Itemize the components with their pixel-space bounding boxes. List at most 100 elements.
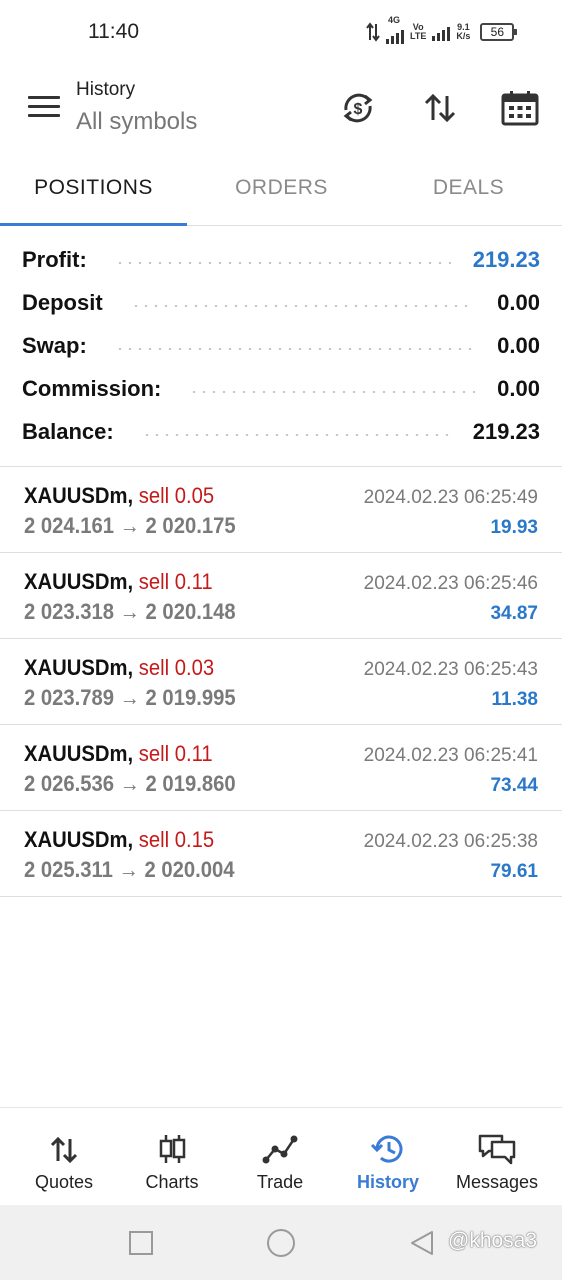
position-prices: 2 023.318 → 2 020.148 xyxy=(24,599,236,625)
position-side: sell 0.03 xyxy=(138,655,215,680)
dotted-leader xyxy=(141,433,451,436)
position-symbol-line: XAUUSDm, sell 0.03 xyxy=(24,655,214,681)
sort-icon[interactable] xyxy=(420,88,460,128)
position-row[interactable]: XAUUSDm, sell 0.05 2 024.161 → 2 020.175… xyxy=(0,467,562,553)
position-symbol-line: XAUUSDm, sell 0.11 xyxy=(24,741,213,767)
summary-label: Profit: xyxy=(22,246,87,272)
positions-list: XAUUSDm, sell 0.05 2 024.161 → 2 020.175… xyxy=(0,466,562,897)
volte-bottom-label: LTE xyxy=(410,31,427,41)
nav-charts[interactable]: Charts xyxy=(118,1108,226,1206)
close-price: 2 019.995 xyxy=(145,685,236,710)
close-price: 2 020.148 xyxy=(145,599,236,624)
position-symbol-line: XAUUSDm, sell 0.15 xyxy=(24,827,214,853)
summary-row-balance: Balance: 219.23 xyxy=(0,410,562,453)
position-symbol-line: XAUUSDm, sell 0.05 xyxy=(24,483,214,509)
recent-apps-button[interactable] xyxy=(129,1231,153,1255)
position-symbol: XAUUSDm, xyxy=(24,569,134,594)
position-profit: 79.61 xyxy=(490,861,538,882)
nav-quotes[interactable]: Quotes xyxy=(10,1108,118,1206)
battery-level: 56 xyxy=(490,25,505,39)
summary-panel: Profit: 219.23 Deposit 0.00 Swap: 0.00 C… xyxy=(0,238,562,453)
summary-label: Commission: xyxy=(22,375,162,401)
open-price: 2 023.318 xyxy=(24,599,115,624)
position-row[interactable]: XAUUSDm, sell 0.03 2 023.789 → 2 019.995… xyxy=(0,639,562,725)
position-side: sell 0.11 xyxy=(138,741,213,766)
position-symbol: XAUUSDm, xyxy=(24,655,134,680)
position-side: sell 0.05 xyxy=(138,483,215,508)
price-arrow: → xyxy=(118,857,139,882)
nav-label: Charts xyxy=(145,1172,199,1192)
summary-label: Balance: xyxy=(22,418,114,444)
position-row[interactable]: XAUUSDm, sell 0.15 2 025.311 → 2 020.004… xyxy=(0,811,562,897)
signal-bars-icon xyxy=(432,23,451,41)
position-prices: 2 025.311 → 2 020.004 xyxy=(24,857,234,883)
page-title: History xyxy=(76,79,136,100)
summary-row-profit: Profit: 219.23 xyxy=(0,238,562,281)
position-profit: 73.44 xyxy=(490,775,538,796)
menu-icon[interactable] xyxy=(28,96,60,118)
nav-label: Trade xyxy=(256,1172,304,1192)
tab-deals[interactable]: DEALS xyxy=(375,150,562,226)
nav-label: Messages xyxy=(455,1172,539,1192)
home-button[interactable] xyxy=(267,1229,295,1257)
status-bar: 11:40 4G Vo LTE 9.1 K/s 56 xyxy=(0,0,562,66)
position-profit: 11.38 xyxy=(491,689,539,710)
battery-icon: 56 xyxy=(480,23,518,41)
dotted-leader xyxy=(114,347,476,350)
price-arrow: → xyxy=(119,685,140,710)
position-symbol: XAUUSDm, xyxy=(24,483,134,508)
position-time: 2024.02.23 06:25:41 xyxy=(363,745,538,766)
messages-icon xyxy=(478,1134,516,1165)
charts-icon xyxy=(159,1135,186,1163)
nav-label: History xyxy=(356,1172,419,1192)
close-price: 2 019.860 xyxy=(145,771,236,796)
open-price: 2 025.311 xyxy=(24,857,113,882)
dotted-leader xyxy=(189,390,476,393)
app-header: History All symbols $ xyxy=(0,66,562,150)
currency-sync-icon[interactable]: $ xyxy=(338,88,378,128)
tab-positions[interactable]: POSITIONS xyxy=(0,150,187,226)
tab-bar: POSITIONS ORDERS DEALS xyxy=(0,150,562,226)
summary-value: 0.00 xyxy=(497,375,540,401)
status-icons: 4G Vo LTE 9.1 K/s 56 xyxy=(366,16,518,46)
position-row[interactable]: XAUUSDm, sell 0.11 2 023.318 → 2 020.148… xyxy=(0,553,562,639)
price-arrow: → xyxy=(119,599,140,624)
tab-orders[interactable]: ORDERS xyxy=(188,150,375,226)
position-time: 2024.02.23 06:25:46 xyxy=(363,573,538,594)
status-time: 11:40 xyxy=(88,20,139,43)
open-price: 2 024.161 xyxy=(24,513,115,538)
nav-messages[interactable]: Messages xyxy=(443,1108,551,1206)
close-price: 2 020.175 xyxy=(145,513,236,538)
calendar-icon[interactable] xyxy=(500,88,540,128)
data-transfer-icon xyxy=(366,22,380,42)
symbol-filter[interactable]: All symbols xyxy=(76,108,197,136)
trade-icon xyxy=(262,1135,298,1164)
price-arrow: → xyxy=(119,771,140,796)
position-row[interactable]: XAUUSDm, sell 0.11 2 026.536 → 2 019.860… xyxy=(0,725,562,811)
net-speed-unit: K/s xyxy=(456,31,471,41)
bottom-navigation: Quotes Charts Trade History Messages xyxy=(0,1107,562,1205)
close-price: 2 020.004 xyxy=(144,857,235,882)
nav-trade[interactable]: Trade xyxy=(226,1108,334,1206)
open-price: 2 023.789 xyxy=(24,685,115,710)
nav-label: Quotes xyxy=(34,1172,94,1192)
back-button[interactable] xyxy=(408,1229,436,1257)
system-navigation-bar: @khosa3 xyxy=(0,1205,562,1280)
volte-icon: Vo LTE xyxy=(410,23,426,41)
position-side: sell 0.15 xyxy=(138,827,215,852)
position-time: 2024.02.23 06:25:43 xyxy=(363,659,538,680)
summary-label: Swap: xyxy=(22,332,87,358)
position-symbol: XAUUSDm, xyxy=(24,827,134,852)
price-arrow: → xyxy=(119,513,140,538)
position-prices: 2 024.161 → 2 020.175 xyxy=(24,513,236,539)
signal-4g-icon: 4G xyxy=(386,16,404,44)
nav-history[interactable]: History xyxy=(334,1108,442,1206)
summary-value: 0.00 xyxy=(497,289,540,315)
position-profit: 19.93 xyxy=(490,517,538,538)
svg-text:$: $ xyxy=(354,101,363,118)
net-speed: 9.1 K/s xyxy=(456,23,470,41)
open-price: 2 026.536 xyxy=(24,771,115,796)
active-tab-indicator xyxy=(0,223,187,226)
summary-row-swap: Swap: 0.00 xyxy=(0,324,562,367)
quotes-icon xyxy=(50,1136,78,1164)
